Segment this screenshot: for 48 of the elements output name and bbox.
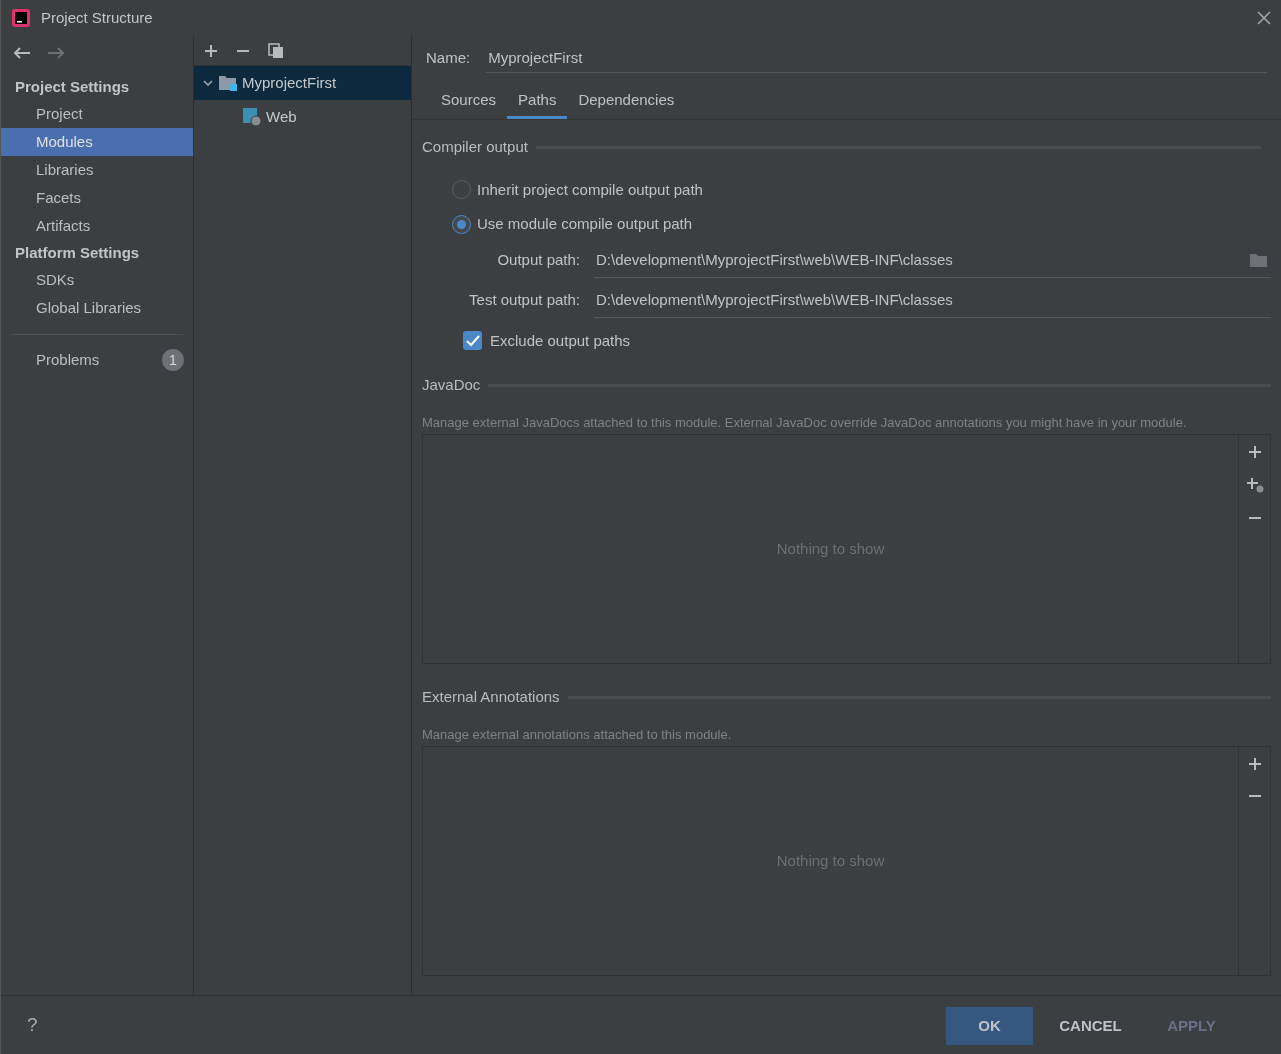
path-label: Test output path: [468,290,581,311]
close-icon[interactable] [1257,11,1271,25]
sidebar-heading: Platform Settings [14,242,141,263]
chevron-icon[interactable] [202,77,214,89]
section-title: Compiler output [422,137,528,157]
section-title: JavaDoc [422,375,481,395]
dialog-button[interactable]: CANCEL [1047,1007,1134,1045]
sidebar-item[interactable]: Facets [1,184,193,212]
copy-icon[interactable] [268,42,284,59]
sidebar-item[interactable]: Libraries [1,156,193,184]
section-description: Manage external JavaDocs attached to this module. External JavaDoc override JavaDoc annotations you might have in your module. [421,413,1188,432]
radio-button[interactable] [452,214,471,234]
section-title: External Annotations [422,687,560,707]
back-arrow-icon[interactable] [13,46,31,60]
sidebar-item[interactable]: Global Libraries [1,294,193,322]
section-description: Manage external annotations attached to this module. [421,725,733,744]
path-field[interactable]: D:\development\MyprojectFirst\web\WEB-INF\classes [594,283,1271,318]
tab[interactable]: Dependencies [567,84,686,119]
radio-label: Inherit project compile output path [477,179,703,200]
path-field[interactable]: D:\development\MyprojectFirst\web\WEB-INF\classes [594,243,1271,278]
tree-item[interactable]: Web [194,100,411,134]
radio-label: Use module compile output path [477,214,693,234]
name-field[interactable]: MyprojectFirst [486,43,1267,73]
add-icon[interactable] [1247,757,1262,771]
tab[interactable]: Sources [430,84,508,119]
add-icon[interactable] [204,43,218,58]
dialog-button[interactable]: OK [946,1007,1033,1045]
web-module-icon [242,107,262,127]
path-label: Output path: [496,250,581,271]
add-icon[interactable] [1247,445,1262,459]
window-title: Project Structure [41,7,153,28]
sidebar-item[interactable]: Artifacts [1,212,193,240]
app-logo-icon [11,8,31,28]
folder-icon [218,74,238,92]
sidebar-heading: Project Settings [14,76,131,97]
help-button[interactable]: ? [27,1010,38,1040]
sidebar-item[interactable]: SDKs [1,266,193,294]
problem-count: 1 [162,349,184,371]
add-web-icon[interactable] [1245,477,1264,493]
sidebar-item[interactable]: Modules [1,128,193,156]
checkbox[interactable] [463,331,482,351]
sidebar-item[interactable]: Project [1,100,193,128]
radio-button[interactable] [452,180,471,200]
name-label: Name: [426,47,471,68]
problems-item[interactable]: Problems [36,348,100,372]
tree-item[interactable]: MyprojectFirst [194,66,411,100]
checkbox-label: Exclude output paths [490,330,631,351]
tab[interactable]: Paths [507,84,568,119]
